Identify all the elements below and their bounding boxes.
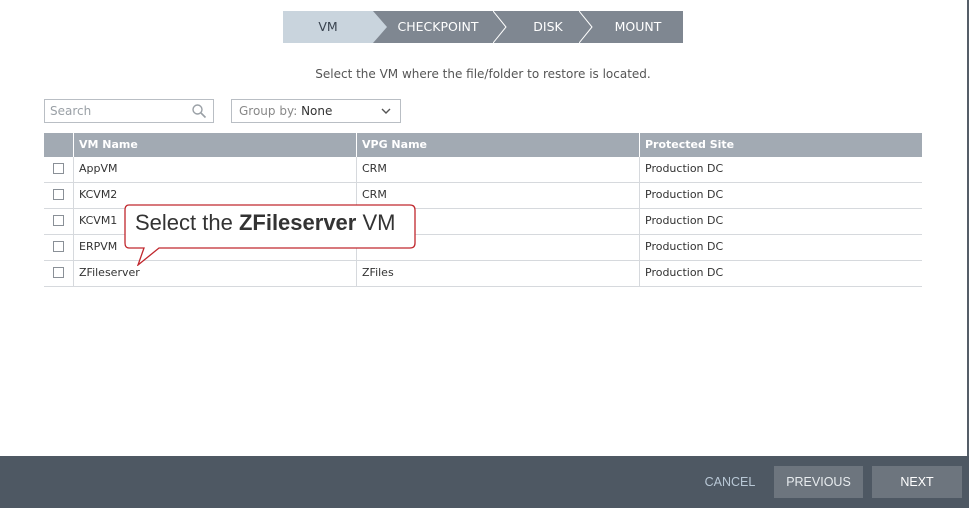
callout-text: Select the ZFileserver VM <box>135 210 396 235</box>
search-icon[interactable] <box>191 103 207 119</box>
vpg-name-cell: CRM <box>356 157 639 182</box>
step-vm-arrow <box>373 11 387 43</box>
vm-name-cell: AppVM <box>73 157 356 182</box>
table-row[interactable]: AppVM CRM Production DC <box>44 157 922 183</box>
row-checkbox[interactable] <box>53 163 64 174</box>
protected-site-cell: Production DC <box>639 157 922 182</box>
select-cell <box>44 235 73 260</box>
select-cell <box>44 157 73 182</box>
cancel-button[interactable]: CANCEL <box>698 466 762 498</box>
row-checkbox[interactable] <box>53 241 64 252</box>
row-checkbox[interactable] <box>53 267 64 278</box>
select-cell <box>44 261 73 286</box>
column-header-protected-site[interactable]: Protected Site <box>639 133 922 157</box>
column-header-vm-name[interactable]: VM Name <box>73 133 356 157</box>
protected-site-cell: Production DC <box>639 235 922 260</box>
chevron-down-icon <box>381 108 391 114</box>
step-separator-icon <box>579 11 593 43</box>
previous-button[interactable]: PREVIOUS <box>774 466 863 498</box>
protected-site-cell: Production DC <box>639 209 922 234</box>
instruction-callout: Select the ZFileserver VM <box>124 204 416 266</box>
select-cell <box>44 209 73 234</box>
wizard-footer: CANCEL PREVIOUS NEXT <box>0 456 969 508</box>
row-checkbox[interactable] <box>53 215 64 226</box>
next-button[interactable]: NEXT <box>872 466 962 498</box>
callout-emphasis: ZFileserver <box>238 210 357 235</box>
group-by-value: None <box>301 104 333 118</box>
step-separator-icon <box>493 11 507 43</box>
search-box[interactable] <box>44 99 214 123</box>
select-cell <box>44 183 73 208</box>
instruction-text: Select the VM where the file/folder to r… <box>315 67 651 81</box>
group-by-select[interactable]: Group by: None <box>231 99 401 123</box>
group-by-label: Group by: <box>239 104 298 118</box>
protected-site-cell: Production DC <box>639 183 922 208</box>
step-mount[interactable]: MOUNT <box>579 11 683 43</box>
step-checkpoint[interactable]: CHECKPOINT <box>373 11 493 43</box>
step-disk[interactable]: DISK <box>493 11 593 43</box>
table-header: VM Name VPG Name Protected Site <box>44 133 922 157</box>
column-header-vpg-name[interactable]: VPG Name <box>356 133 639 157</box>
row-checkbox[interactable] <box>53 189 64 200</box>
search-input[interactable] <box>45 100 190 122</box>
protected-site-cell: Production DC <box>639 261 922 286</box>
select-column-header <box>44 133 73 157</box>
step-vm[interactable]: VM <box>283 11 373 43</box>
